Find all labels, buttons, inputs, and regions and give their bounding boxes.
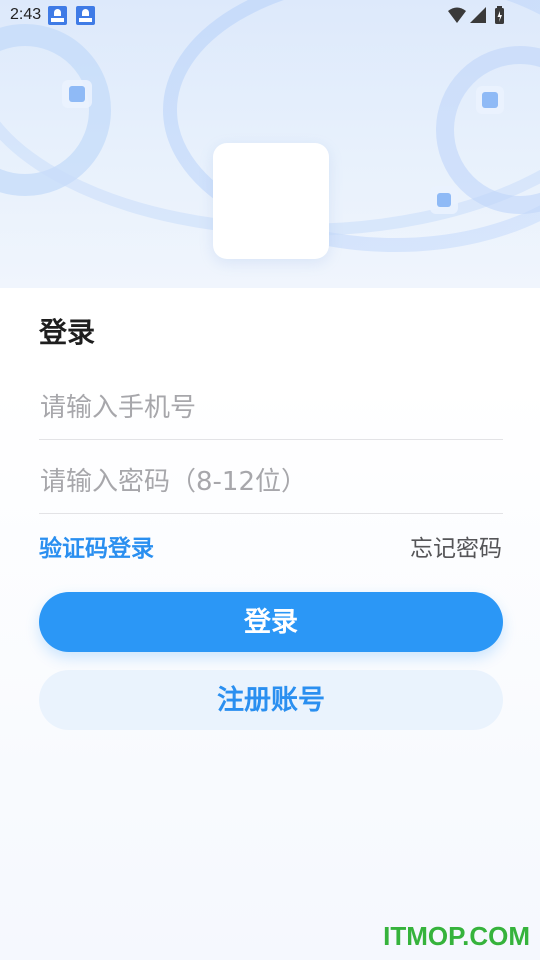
login-button[interactable]: 登录	[39, 592, 503, 652]
status-time: 2:43	[10, 6, 42, 23]
forgot-password-link[interactable]: 忘记密码	[410, 533, 502, 565]
signal-icon	[470, 7, 486, 23]
register-button[interactable]: 注册账号	[39, 670, 503, 730]
login-screen: 2:43 登录 验证码登录 忘记密码 登录 注册账号 ITMOP.COM	[0, 0, 540, 960]
phone-input[interactable]	[39, 376, 503, 440]
wifi-icon	[448, 7, 466, 23]
battery-icon	[495, 6, 504, 24]
notification-app-icon	[48, 6, 67, 25]
system-status-icons	[448, 6, 504, 24]
password-input[interactable]	[39, 450, 503, 514]
app-logo	[213, 143, 329, 259]
status-bar: 2:43	[0, 0, 540, 32]
watermark: ITMOP.COM	[383, 921, 530, 951]
page-title: 登录	[39, 316, 96, 349]
hero-banner	[0, 0, 540, 288]
sms-login-link[interactable]: 验证码登录	[39, 533, 154, 565]
notification-app-icon	[76, 6, 95, 25]
